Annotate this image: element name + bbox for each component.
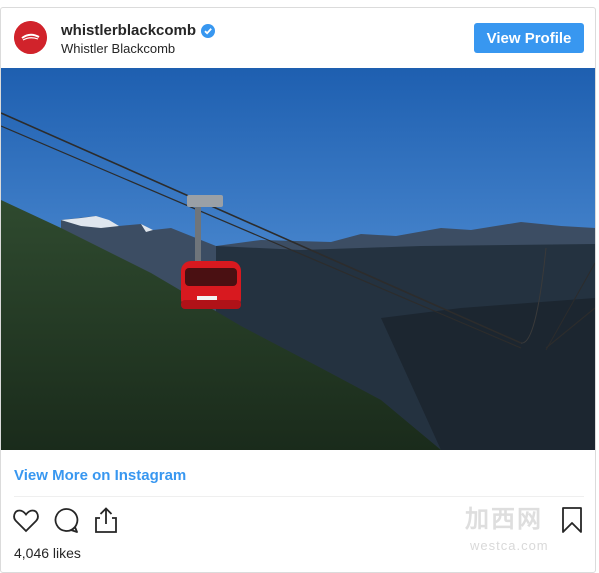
share-icon[interactable] [91, 505, 121, 535]
view-more-link[interactable]: View More on Instagram [14, 467, 186, 484]
watermark-text: 加西网 [465, 506, 543, 533]
instagram-embed-card: whistlerblackcomb Whistler Blackcomb Vie… [0, 7, 596, 573]
username-link[interactable]: whistlerblackcomb [61, 22, 196, 39]
gondola-photo [1, 68, 595, 450]
likes-count[interactable]: 4,046 likes [14, 545, 81, 561]
comment-icon[interactable] [51, 505, 81, 535]
view-profile-button[interactable]: View Profile [474, 23, 584, 53]
post-image[interactable] [1, 68, 595, 450]
avatar[interactable] [14, 21, 47, 54]
bookmark-icon[interactable] [557, 505, 587, 535]
verified-badge-icon [201, 23, 216, 38]
whistler-logo-icon [14, 21, 47, 54]
divider [14, 496, 584, 497]
heart-icon[interactable] [11, 505, 41, 535]
username-row: whistlerblackcomb [61, 22, 216, 39]
post-header: whistlerblackcomb Whistler Blackcomb Vie… [1, 8, 595, 68]
full-name: Whistler Blackcomb [61, 41, 176, 56]
watermark-url: westca.com [470, 538, 549, 553]
